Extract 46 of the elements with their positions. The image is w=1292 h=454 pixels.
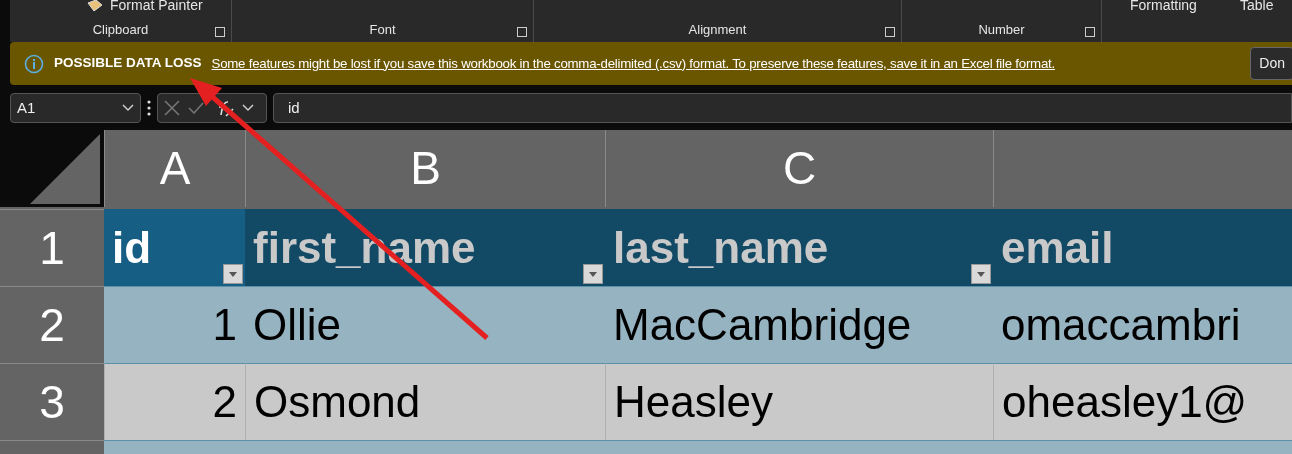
name-box[interactable]: A1 — [10, 93, 141, 123]
table-cell: MacCambridge — [605, 286, 993, 363]
cancel-icon[interactable] — [164, 100, 180, 116]
chevron-down-icon — [122, 104, 134, 112]
filter-button[interactable] — [223, 264, 243, 284]
message-link[interactable]: Some features might be lost if you save this workbook in the comma-delimited (.csv) format. To preserve these features, save it in an Excel file format. — [211, 53, 1055, 74]
table-cell: oheasley1@ — [993, 363, 1292, 440]
more-icon[interactable] — [147, 100, 151, 116]
info-icon — [24, 53, 44, 74]
row-header[interactable]: 1 — [0, 209, 104, 286]
table-cell: id — [104, 209, 245, 286]
dialog-launcher-icon[interactable] — [885, 27, 895, 37]
column-header[interactable]: A — [104, 130, 245, 207]
group-label: Number — [978, 20, 1025, 39]
message-title: POSSIBLE DATA LOSS — [54, 54, 202, 73]
ribbon-command[interactable]: Format Painter — [110, 0, 203, 16]
dropdown-icon — [977, 271, 985, 277]
ribbon-command[interactable]: Formatting — [1130, 0, 1197, 16]
dropdown-icon — [589, 271, 597, 277]
filter-button[interactable] — [583, 264, 603, 284]
table-cell: Heasley — [605, 363, 993, 440]
group-label: Font — [369, 20, 396, 39]
table-cell: email — [993, 209, 1292, 286]
formula-field[interactable]: id — [273, 93, 1292, 123]
dialog-launcher-icon[interactable] — [215, 27, 225, 37]
table-cell: Osmond — [245, 363, 605, 440]
dialog-launcher-icon[interactable] — [517, 27, 527, 37]
table-cell: last_name — [605, 209, 993, 286]
ribbon-command[interactable]: Table — [1240, 0, 1274, 16]
dropdown-icon — [229, 271, 237, 277]
table-cell: 2 — [104, 363, 245, 440]
table-cell: 1 — [104, 286, 245, 363]
column-header[interactable]: B — [245, 130, 605, 207]
table-cell: Ollie — [245, 286, 605, 363]
row-header[interactable]: 3 — [0, 363, 104, 440]
filter-button[interactable] — [971, 264, 991, 284]
group-label: Alignment — [688, 20, 747, 39]
dialog-launcher-icon[interactable] — [1085, 27, 1095, 37]
table-cell: omaccambri — [993, 286, 1292, 363]
column-header[interactable]: C — [605, 130, 993, 207]
row-header[interactable]: 2 — [0, 286, 104, 363]
done-button[interactable]: Don — [1250, 47, 1292, 80]
chevron-down-icon — [242, 104, 254, 112]
enter-icon[interactable] — [188, 102, 204, 114]
group-label: Clipboard — [92, 20, 149, 39]
paintbrush-icon — [86, 0, 104, 13]
